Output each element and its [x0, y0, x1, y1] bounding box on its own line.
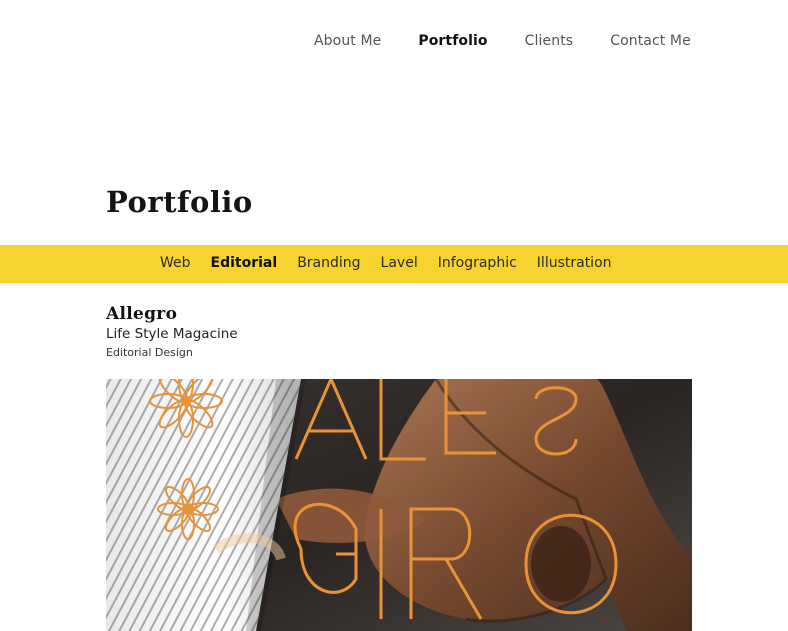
page-title: Portfolio: [106, 185, 253, 219]
magazine-spread-illustration: [106, 379, 692, 631]
category-web[interactable]: Web: [160, 255, 191, 271]
category-editorial[interactable]: Editorial: [211, 255, 278, 271]
nav-portfolio[interactable]: Portfolio: [418, 33, 487, 49]
project-title: Allegro: [106, 304, 178, 324]
project-subtitle: Life Style Magacine: [106, 326, 238, 342]
nav-about-me[interactable]: About Me: [314, 33, 381, 49]
category-illustration[interactable]: Illustration: [537, 255, 612, 271]
category-lavel[interactable]: Lavel: [381, 255, 418, 271]
nav-contact-me[interactable]: Contact Me: [610, 33, 691, 49]
category-branding[interactable]: Branding: [297, 255, 360, 271]
category-infographic[interactable]: Infographic: [438, 255, 517, 271]
category-filter-bar: Web Editorial Branding Lavel Infographic…: [0, 245, 788, 283]
project-hero-image[interactable]: [106, 379, 692, 631]
top-navigation: About Me Portfolio Clients Contact Me: [314, 33, 691, 49]
nav-clients[interactable]: Clients: [525, 33, 574, 49]
category-list: Web Editorial Branding Lavel Infographic…: [160, 255, 632, 271]
project-type: Editorial Design: [106, 346, 193, 359]
